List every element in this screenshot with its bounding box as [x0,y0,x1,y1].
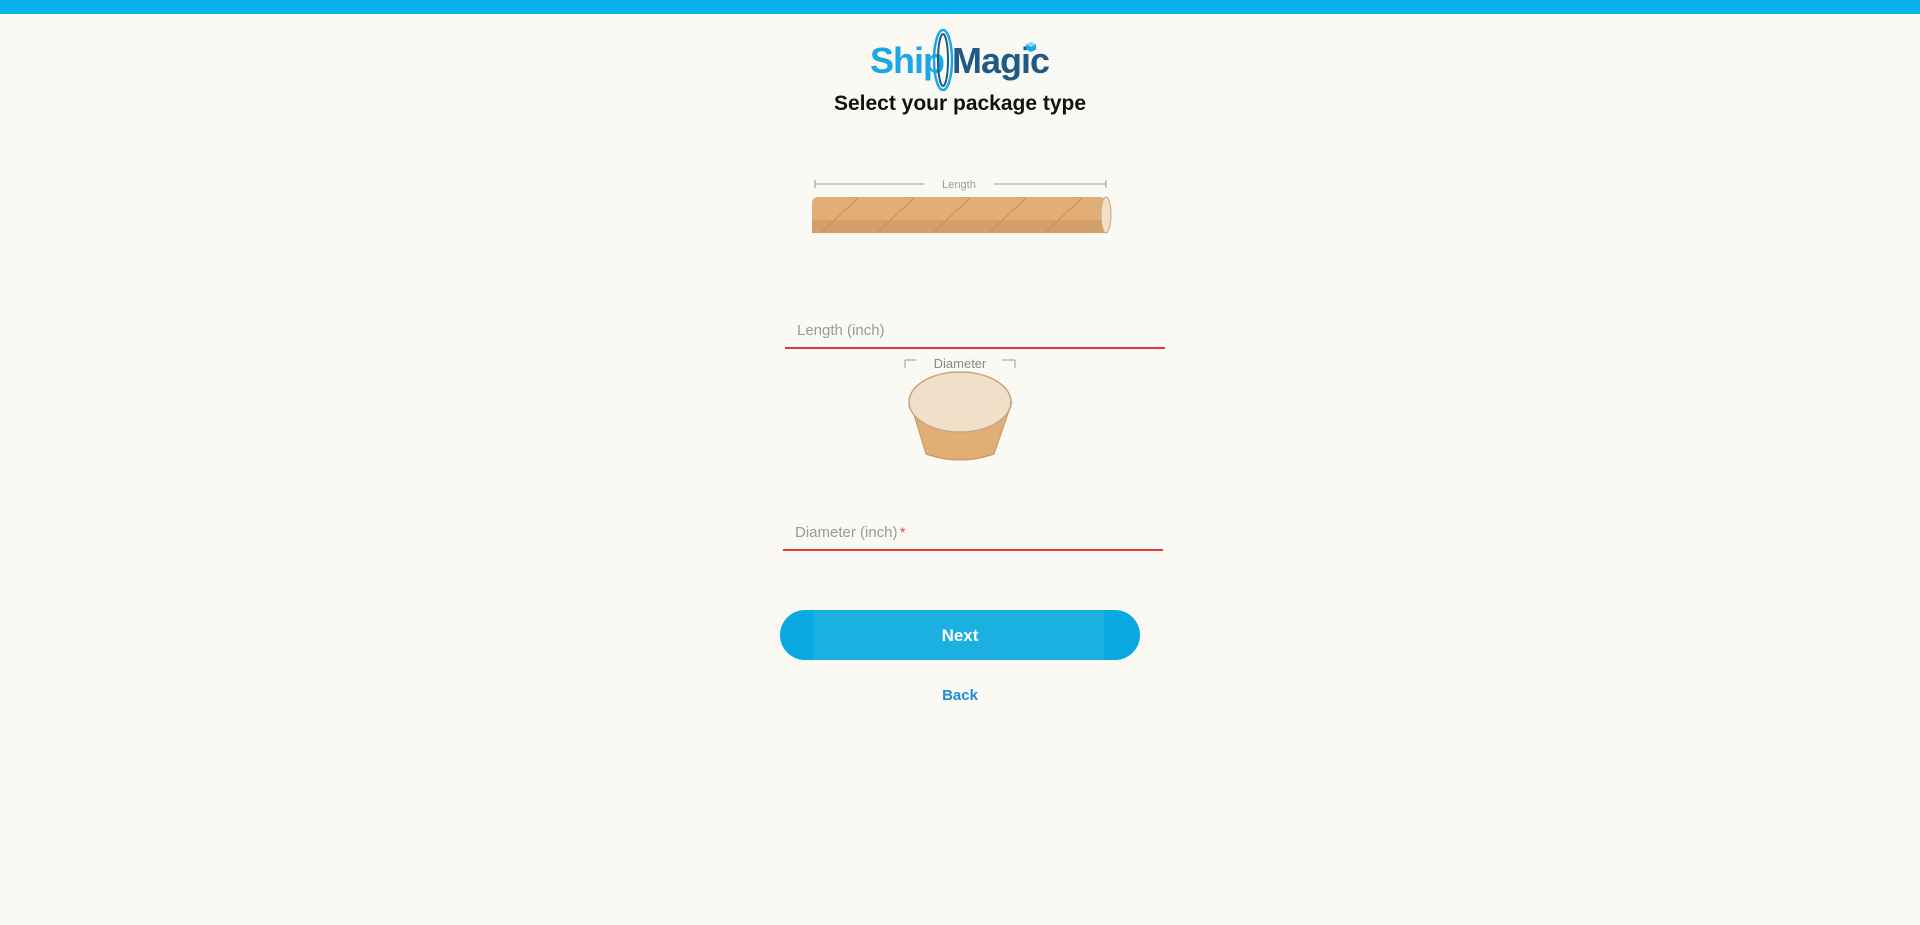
tube-length-label: Length [942,179,976,191]
page-title: Select your package type [833,92,1087,115]
cube-icon [1026,42,1036,52]
shipmagic-logo: Ship Magic [860,28,1060,92]
tube-illustration: Length [812,179,1112,234]
length-field[interactable] [785,313,1165,349]
cone-illustration: Diameter [904,356,1016,461]
diameter-field[interactable]: * [783,515,1163,551]
cone-diameter-label: Diameter [934,356,987,371]
required-marker: * [900,524,906,540]
back-link[interactable]: Back [0,687,1920,704]
diameter-input[interactable] [783,515,1163,551]
next-button-label: Next [941,626,979,645]
top-accent-bar [0,0,1920,14]
next-button[interactable]: Next [780,610,1140,660]
length-input[interactable] [785,313,1165,349]
